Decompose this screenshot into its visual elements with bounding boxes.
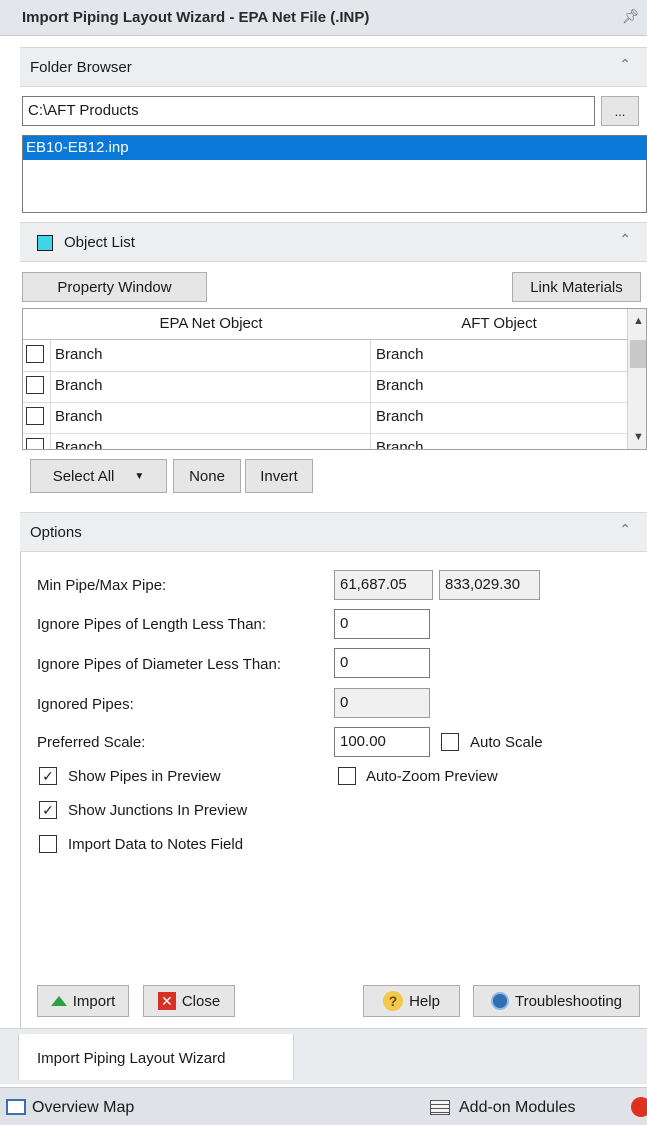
object-list-title: Object List: [64, 234, 135, 251]
auto-zoom-checkbox[interactable]: [338, 767, 356, 785]
scroll-down-icon[interactable]: ▼: [633, 431, 644, 443]
tab-import-wizard[interactable]: Import Piping Layout Wizard: [18, 1034, 294, 1080]
table-row[interactable]: Branch Branch: [23, 433, 627, 450]
row-checkbox[interactable]: [26, 345, 44, 363]
file-list[interactable]: EB10-EB12.inp: [22, 135, 647, 213]
chevron-down-icon[interactable]: ▼: [134, 471, 144, 482]
auto-zoom-label[interactable]: Auto-Zoom Preview: [366, 768, 498, 785]
link-materials-button[interactable]: Link Materials: [512, 272, 641, 302]
aft-object-cell[interactable]: Branch: [376, 408, 424, 425]
scroll-up-icon[interactable]: ▲: [633, 315, 644, 327]
show-junctions-label[interactable]: Show Junctions In Preview: [68, 802, 247, 819]
grid-header-aft[interactable]: AFT Object: [371, 309, 628, 340]
help-label: Help: [409, 992, 440, 1010]
troubleshooting-icon: [490, 992, 509, 1010]
select-all-label: Select All: [52, 467, 115, 485]
troubleshooting-button[interactable]: Troubleshooting: [473, 985, 640, 1017]
addon-modules-label[interactable]: Add-on Modules: [459, 1099, 576, 1117]
import-notes-checkbox[interactable]: [39, 835, 57, 853]
import-label: Import: [72, 992, 116, 1010]
import-arrow-icon: [50, 996, 67, 1006]
chevron-up-icon[interactable]: ⌃: [619, 521, 631, 538]
show-pipes-checkbox[interactable]: ✓: [39, 767, 57, 785]
ignore-length-label: Ignore Pipes of Length Less Than:: [37, 616, 267, 633]
aft-object-cell[interactable]: Branch: [376, 377, 424, 394]
file-list-item-selected[interactable]: EB10-EB12.inp: [23, 136, 647, 160]
close-label: Close: [181, 992, 221, 1010]
grid-corner: [23, 309, 52, 340]
close-icon: ✕: [157, 992, 176, 1010]
none-button[interactable]: None: [173, 459, 241, 493]
chevron-up-icon[interactable]: ⌃: [619, 56, 631, 73]
table-row[interactable]: Branch Branch: [23, 371, 627, 403]
table-row[interactable]: Branch Branch: [23, 402, 627, 434]
table-row[interactable]: Branch Branch: [23, 340, 627, 372]
max-pipe-field: 833,029.30: [439, 570, 540, 600]
options-title: Options: [30, 524, 82, 541]
ignored-pipes-label: Ignored Pipes:: [37, 696, 134, 713]
auto-scale-label[interactable]: Auto Scale: [470, 734, 543, 751]
chevron-up-icon[interactable]: ⌃: [619, 231, 631, 248]
help-icon: ?: [383, 991, 404, 1011]
browse-button[interactable]: ...: [601, 96, 639, 126]
epa-object-cell: Branch: [55, 439, 103, 450]
pin-icon[interactable]: 📌︎: [622, 8, 640, 25]
object-list-square-icon: [37, 235, 53, 251]
min-max-pipe-label: Min Pipe/Max Pipe:: [37, 577, 167, 594]
add-on-modules-icon[interactable]: [430, 1100, 450, 1115]
overview-map-label[interactable]: Overview Map: [32, 1099, 134, 1117]
help-button[interactable]: ? Help: [363, 985, 460, 1017]
object-grid[interactable]: EPA Net Object AFT Object Branch Branch …: [22, 308, 647, 450]
scrollbar-thumb[interactable]: [630, 340, 646, 368]
import-notes-label[interactable]: Import Data to Notes Field: [68, 836, 243, 853]
auto-scale-checkbox[interactable]: [441, 733, 459, 751]
ignore-length-input[interactable]: 0: [334, 609, 430, 639]
min-pipe-field: 61,687.05: [334, 570, 433, 600]
show-junctions-checkbox[interactable]: ✓: [39, 801, 57, 819]
window-title: Import Piping Layout Wizard - EPA Net Fi…: [22, 9, 370, 26]
epa-object-cell: Branch: [55, 377, 103, 394]
status-bar: Overview Map Add-on Modules: [0, 1087, 647, 1125]
epa-object-cell: Branch: [55, 408, 103, 425]
folder-browser-title: Folder Browser: [30, 59, 132, 76]
aft-object-cell[interactable]: Branch: [376, 346, 424, 363]
close-button[interactable]: ✕ Close: [143, 985, 235, 1017]
folder-browser-header[interactable]: Folder Browser ⌃: [20, 47, 647, 87]
aft-object-cell[interactable]: Branch: [376, 439, 424, 449]
ignore-diameter-label: Ignore Pipes of Diameter Less Than:: [37, 656, 282, 673]
status-indicator-icon[interactable]: [631, 1097, 647, 1117]
troubleshooting-label: Troubleshooting: [514, 992, 622, 1010]
epa-object-cell: Branch: [55, 346, 103, 363]
property-window-button[interactable]: Property Window: [22, 272, 207, 302]
grid-header-epa[interactable]: EPA Net Object: [51, 309, 372, 340]
show-pipes-label[interactable]: Show Pipes in Preview: [68, 768, 221, 785]
import-button[interactable]: Import: [37, 985, 129, 1017]
options-header[interactable]: Options ⌃: [20, 512, 647, 552]
object-list-header[interactable]: Object List ⌃: [20, 222, 647, 262]
preferred-scale-label: Preferred Scale:: [37, 734, 146, 751]
row-checkbox[interactable]: [26, 376, 44, 394]
options-left-border: [20, 552, 21, 1028]
ignore-diameter-input[interactable]: 0: [334, 648, 430, 678]
ignored-pipes-field: 0: [334, 688, 430, 718]
select-all-dropdown[interactable]: Select All ▼: [30, 459, 167, 493]
row-checkbox[interactable]: [26, 438, 44, 449]
row-checkbox[interactable]: [26, 407, 44, 425]
overview-map-icon[interactable]: [6, 1099, 26, 1115]
invert-button[interactable]: Invert: [245, 459, 313, 493]
tab-label: Import Piping Layout Wizard: [37, 1050, 226, 1067]
window-title-bar: Import Piping Layout Wizard - EPA Net Fi…: [0, 0, 647, 36]
folder-path-input[interactable]: C:\AFT Products: [22, 96, 595, 126]
grid-scrollbar[interactable]: ▲ ▼: [627, 309, 646, 449]
preferred-scale-input[interactable]: 100.00: [334, 727, 430, 757]
